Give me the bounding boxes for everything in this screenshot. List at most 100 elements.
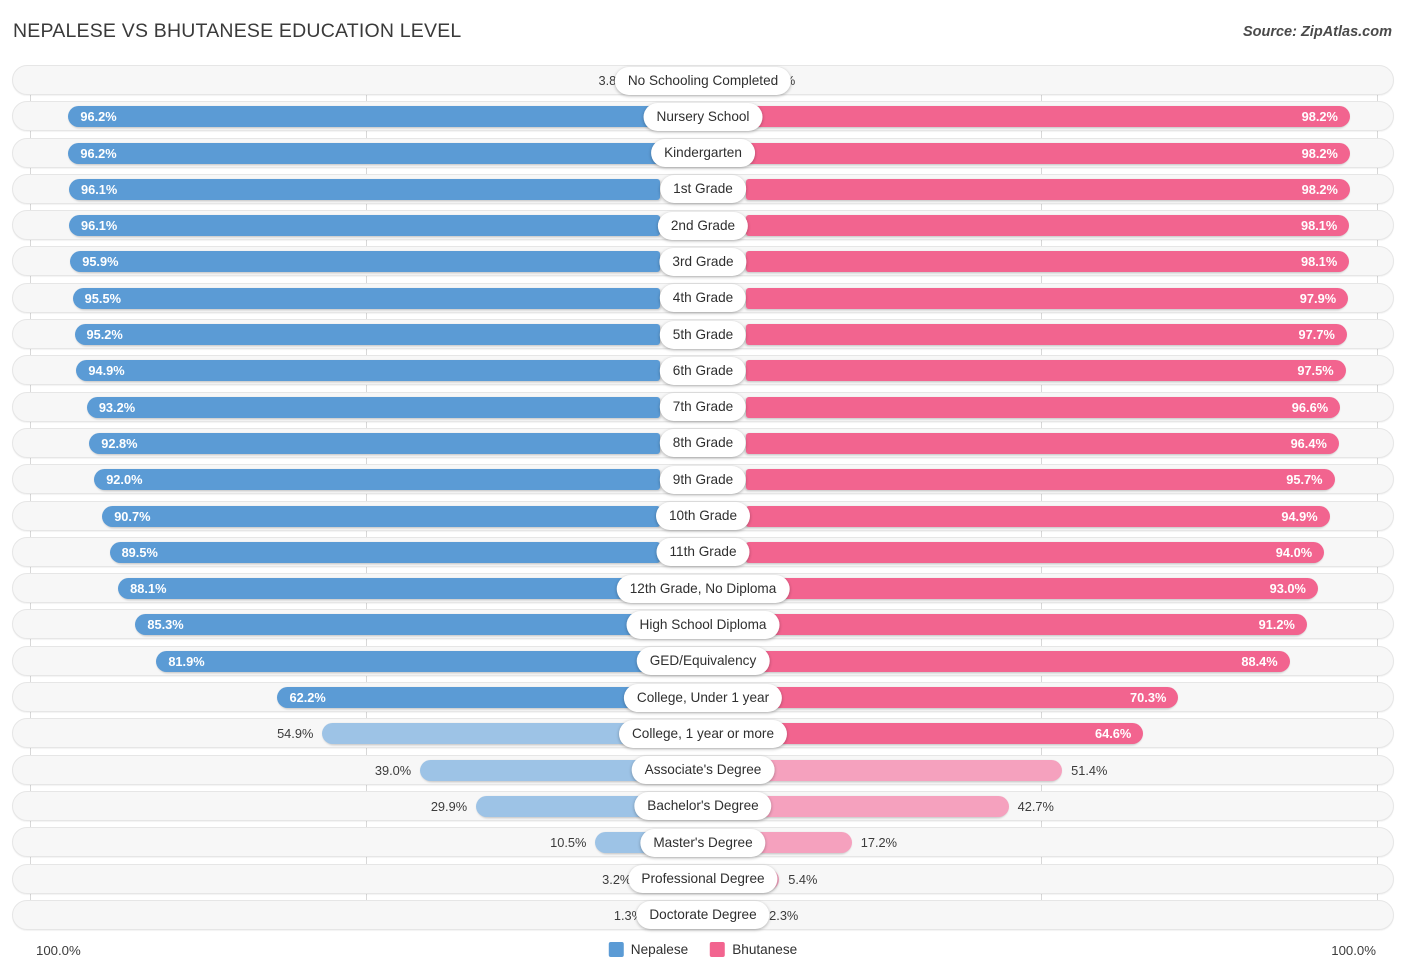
value-label-nepalese: 92.0%: [106, 472, 143, 488]
category-label-pill[interactable]: 2nd Grade: [657, 211, 749, 240]
value-label-nepalese: 95.5%: [84, 290, 121, 306]
category-label-pill[interactable]: 9th Grade: [659, 465, 747, 494]
bar-nepalese[interactable]: [102, 505, 660, 527]
bar-nepalese[interactable]: [70, 251, 660, 273]
value-label-nepalese: 3.2%: [602, 871, 632, 887]
legend-item-bhutanese[interactable]: Bhutanese: [710, 942, 797, 957]
bar-nepalese[interactable]: [68, 178, 660, 200]
bar-row: 88.1% 93.0% 12th Grade, No Diploma: [0, 570, 1406, 606]
category-label-pill[interactable]: 8th Grade: [659, 429, 747, 458]
value-label-nepalese: 29.9%: [430, 798, 468, 814]
category-label-pill[interactable]: 10th Grade: [655, 502, 751, 531]
value-label-nepalese: 1.3%: [613, 907, 643, 923]
bar-nepalese[interactable]: [476, 795, 660, 817]
bar-row-list: 3.8%1.8%No Schooling Completed 96.2% 98.2%…: [0, 62, 1406, 933]
value-label-nepalese: 94.9%: [88, 363, 125, 379]
bar-bhutanese[interactable]: [746, 795, 1009, 817]
category-label-pill[interactable]: Doctorate Degree: [636, 901, 770, 930]
bar-row: 10.5% 17.2% Master's Degree: [0, 824, 1406, 860]
value-label-bhutanese: 98.1%: [1301, 254, 1338, 270]
bar-nepalese[interactable]: [68, 215, 660, 237]
category-label-pill[interactable]: 11th Grade: [656, 538, 750, 567]
chart-plot-area: 3.8%1.8%No Schooling Completed 96.2% 98.2%…: [0, 62, 1406, 934]
category-label-pill[interactable]: Master's Degree: [640, 828, 766, 857]
category-label-pill[interactable]: GED/Equivalency: [636, 647, 770, 676]
bar-row: 96.2% 98.2% Kindergarten: [0, 135, 1406, 171]
bar-row: 90.7% 94.9% 10th Grade: [0, 498, 1406, 534]
legend-swatch-nepalese: [608, 942, 624, 957]
value-label-bhutanese: 51.4%: [1071, 762, 1108, 778]
bar-row: 54.9% 64.6% College, 1 year or more: [0, 715, 1406, 751]
category-label-pill[interactable]: 4th Grade: [659, 284, 747, 313]
bar-row: 29.9% 42.7% Bachelor's Degree: [0, 788, 1406, 824]
value-label-bhutanese: 96.6%: [1291, 399, 1329, 415]
value-label-nepalese: 89.5%: [121, 544, 158, 560]
bar-bhutanese[interactable]: [746, 759, 1063, 781]
bar-nepalese[interactable]: [72, 287, 660, 309]
value-label-bhutanese: 96.4%: [1290, 435, 1327, 451]
bar-row: 92.0% 95.7% 9th Grade: [0, 461, 1406, 497]
value-label-nepalese: 95.2%: [86, 327, 123, 343]
value-label-bhutanese: 2.3%: [769, 907, 799, 923]
chart-legend: Nepalese Bhutanese: [608, 942, 797, 957]
bar-row: 95.9% 98.1% 3rd Grade: [0, 243, 1406, 279]
value-label-bhutanese: 97.7%: [1298, 327, 1335, 343]
category-label-pill[interactable]: Nursery School: [643, 102, 763, 131]
bar-nepalese[interactable]: [420, 759, 660, 781]
bar-row: 89.5% 94.0% 11th Grade: [0, 534, 1406, 570]
category-label-pill[interactable]: 5th Grade: [659, 320, 747, 349]
bar-nepalese[interactable]: [118, 578, 660, 600]
legend-item-nepalese[interactable]: Nepalese: [608, 942, 688, 957]
value-label-nepalese: 39.0%: [374, 762, 412, 778]
category-label-pill[interactable]: College, Under 1 year: [623, 683, 783, 712]
bar-row: 92.8% 96.4% 8th Grade: [0, 425, 1406, 461]
bar-nepalese[interactable]: [94, 469, 660, 491]
axis-label-left-max: 100.0%: [36, 943, 81, 958]
bar-row: 94.9% 97.5% 6th Grade: [0, 352, 1406, 388]
bar-nepalese[interactable]: [277, 687, 660, 709]
category-label-pill[interactable]: No Schooling Completed: [614, 66, 792, 95]
category-label-pill[interactable]: College, 1 year or more: [618, 719, 788, 748]
legend-label-bhutanese: Bhutanese: [732, 942, 798, 957]
value-label-nepalese: 93.2%: [98, 399, 136, 415]
bar-nepalese[interactable]: [135, 614, 660, 636]
category-label-pill[interactable]: 12th Grade, No Diploma: [616, 574, 790, 603]
bar-nepalese[interactable]: [68, 142, 660, 164]
value-label-nepalese: 96.2%: [80, 109, 117, 125]
category-label-pill[interactable]: Kindergarten: [651, 139, 755, 168]
chart-header: NEPALESE VS BHUTANESE EDUCATION LEVEL So…: [0, 0, 1406, 62]
source-attribution: Source: ZipAtlas.com: [1242, 24, 1392, 40]
bar-row: 96.1% 98.1% 2nd Grade: [0, 207, 1406, 243]
bar-row: 93.2% 96.6% 7th Grade: [0, 389, 1406, 425]
legend-swatch-bhutanese: [710, 942, 726, 957]
category-label-pill[interactable]: Associate's Degree: [631, 756, 775, 785]
bar-nepalese[interactable]: [86, 396, 660, 418]
value-label-bhutanese: 94.0%: [1275, 544, 1313, 560]
bar-row: 1.3% 2.3% Doctorate Degree: [0, 897, 1406, 933]
bar-nepalese[interactable]: [68, 106, 660, 128]
value-label-nepalese: 81.9%: [168, 653, 205, 669]
category-label-pill[interactable]: Bachelor's Degree: [634, 792, 772, 821]
value-label-nepalese: 96.1%: [80, 181, 118, 197]
value-label-bhutanese: 70.3%: [1130, 690, 1167, 706]
category-label-pill[interactable]: High School Diploma: [626, 610, 780, 639]
bar-nepalese[interactable]: [74, 324, 660, 346]
bar-row: 39.0% 51.4% Associate's Degree: [0, 752, 1406, 788]
category-label-pill[interactable]: 1st Grade: [660, 175, 746, 204]
bar-nepalese[interactable]: [322, 723, 660, 745]
bar-nepalese[interactable]: [76, 360, 660, 382]
bar-nepalese[interactable]: [109, 541, 660, 563]
category-label-pill[interactable]: Professional Degree: [628, 865, 778, 894]
value-label-bhutanese: 5.4%: [788, 871, 818, 887]
value-label-bhutanese: 93.0%: [1269, 581, 1306, 597]
category-label-pill[interactable]: 7th Grade: [659, 393, 747, 422]
value-label-nepalese: 85.3%: [147, 617, 184, 633]
category-label-pill[interactable]: 6th Grade: [659, 356, 747, 385]
value-label-bhutanese: 98.2%: [1301, 145, 1338, 161]
value-label-bhutanese: 98.2%: [1301, 109, 1338, 125]
bar-row: 3.2% 5.4% Professional Degree: [0, 861, 1406, 897]
category-label-pill[interactable]: 3rd Grade: [659, 247, 747, 276]
bar-row: 3.8%1.8%No Schooling Completed: [0, 62, 1406, 98]
bar-nepalese[interactable]: [156, 650, 660, 672]
bar-nepalese[interactable]: [89, 432, 660, 454]
